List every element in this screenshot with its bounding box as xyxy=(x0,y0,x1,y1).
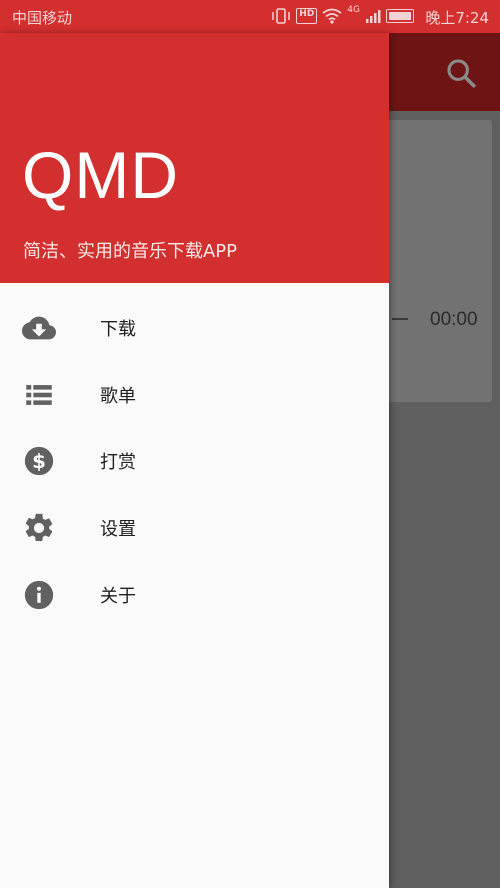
hd-icon: HD xyxy=(296,8,318,24)
menu-item-about[interactable]: 关于 xyxy=(0,561,389,628)
menu-item-playlist[interactable]: 歌单 xyxy=(0,362,389,429)
status-bar: 中国移动 HD 4G 晚上7:24 xyxy=(0,0,500,33)
app-name: QMD xyxy=(22,138,179,212)
clock: 晚上7:24 xyxy=(425,9,489,27)
svg-text:$: $ xyxy=(32,451,46,474)
signal-icon xyxy=(366,10,381,23)
drawer-menu: 下载 歌单 $ 打赏 设置 关于 xyxy=(0,295,389,628)
network-type-label: 4G xyxy=(347,5,360,15)
search-icon[interactable] xyxy=(444,56,478,90)
cloud-download-icon xyxy=(22,316,56,340)
carrier-label: 中国移动 xyxy=(12,9,73,27)
drawer-header: QMD 简洁、实用的音乐下载APP xyxy=(0,33,389,283)
menu-item-label: 打赏 xyxy=(100,452,136,474)
gear-icon xyxy=(25,513,53,542)
status-icons: HD 4G xyxy=(271,5,414,24)
menu-item-label: 下载 xyxy=(100,319,136,341)
menu-item-donate[interactable]: $ 打赏 xyxy=(0,428,389,495)
menu-item-label: 关于 xyxy=(100,585,136,607)
app-tagline: 简洁、实用的音乐下载APP xyxy=(23,241,238,262)
menu-item-settings[interactable]: 设置 xyxy=(0,495,389,562)
vibrate-icon xyxy=(272,8,291,24)
player-time: 00:00 xyxy=(430,309,478,330)
navigation-drawer: QMD 简洁、实用的音乐下载APP 下载 歌单 $ 打赏 设置 关于 xyxy=(0,33,389,888)
playlist-icon xyxy=(26,384,52,405)
battery-icon xyxy=(386,9,414,23)
dollar-icon: $ xyxy=(24,447,54,476)
menu-item-label: 歌单 xyxy=(100,385,136,407)
menu-item-download[interactable]: 下载 xyxy=(0,295,389,362)
wifi-icon xyxy=(322,8,342,24)
progress-bar xyxy=(392,318,408,320)
menu-item-label: 设置 xyxy=(100,519,136,541)
info-icon xyxy=(24,580,54,609)
